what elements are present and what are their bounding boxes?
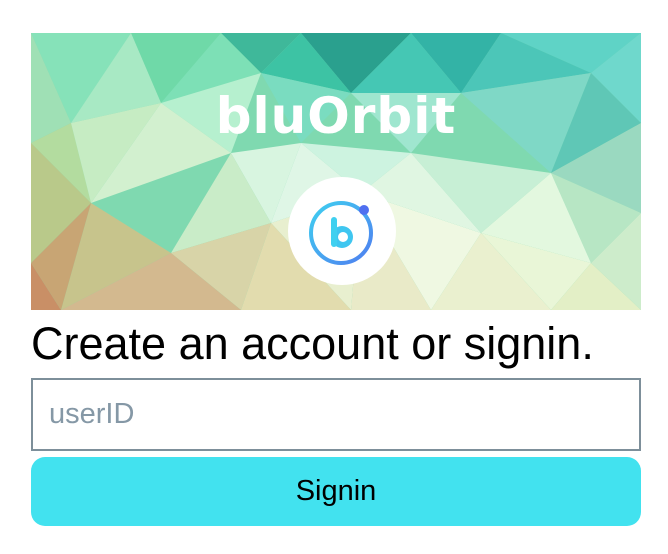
- userid-input[interactable]: [31, 378, 641, 451]
- signin-card: bluOrbit Create an account or signin. Si…: [31, 33, 641, 526]
- hero-banner: bluOrbit: [31, 33, 641, 310]
- brand-name: bluOrbit: [215, 87, 457, 145]
- bluorbit-logo-icon: [309, 201, 373, 265]
- signin-button[interactable]: Signin: [31, 457, 641, 526]
- page-title: Create an account or signin.: [31, 318, 594, 369]
- logo-badge: [288, 177, 396, 285]
